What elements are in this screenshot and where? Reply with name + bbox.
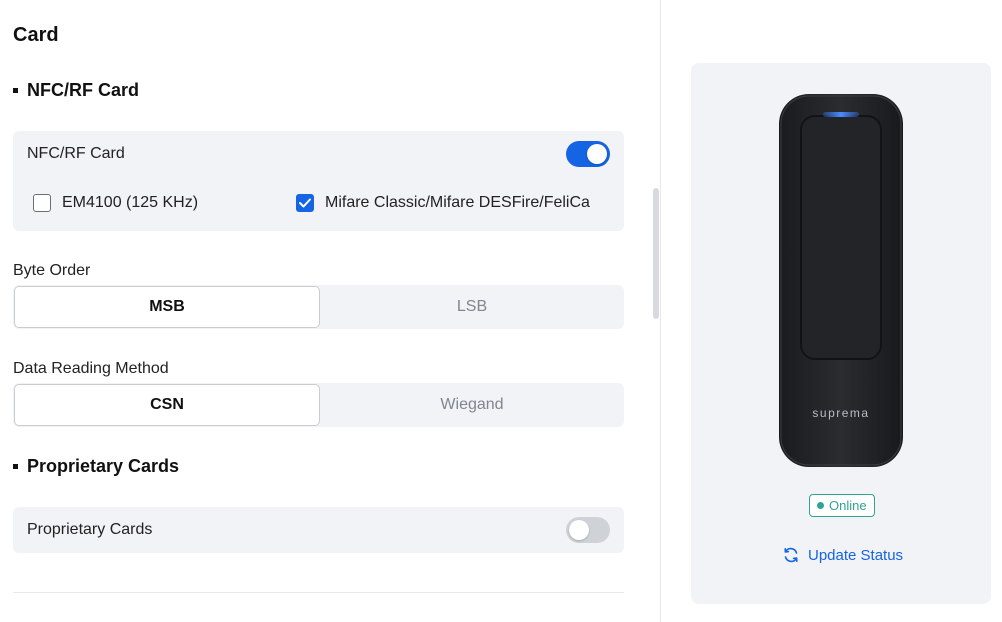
proprietary-cards-panel: Proprietary Cards bbox=[13, 507, 624, 553]
section-divider bbox=[13, 592, 624, 593]
toggle-knob bbox=[587, 144, 607, 164]
page-title: Card bbox=[13, 24, 59, 46]
section-heading-nfc-label: NFC/RF Card bbox=[27, 80, 139, 100]
toggle-knob bbox=[569, 520, 589, 540]
heading-bullet bbox=[13, 88, 18, 93]
em4100-option[interactable]: EM4100 (125 KHz) bbox=[33, 194, 198, 212]
status-badge: Online bbox=[809, 494, 875, 517]
nfc-card-toggle[interactable] bbox=[566, 141, 610, 167]
data-reading-csn[interactable]: CSN bbox=[14, 384, 320, 426]
update-status-label: Update Status bbox=[808, 546, 904, 564]
mifare-checkbox[interactable] bbox=[296, 194, 314, 212]
em4100-checkbox[interactable] bbox=[33, 194, 51, 212]
proprietary-cards-toggle[interactable] bbox=[566, 517, 610, 543]
settings-pane: Card NFC/RF Card NFC/RF Card EM4100 (125… bbox=[0, 0, 660, 622]
mifare-label: Mifare Classic/Mifare DESFire/FeliCa bbox=[325, 194, 590, 211]
byte-order-selector: MSB LSB bbox=[13, 285, 624, 329]
proprietary-cards-toggle-label: Proprietary Cards bbox=[27, 521, 153, 538]
refresh-icon bbox=[784, 547, 798, 563]
em4100-label: EM4100 (125 KHz) bbox=[62, 194, 199, 211]
data-reading-selector: CSN Wiegand bbox=[13, 383, 624, 427]
section-heading-proprietary: Proprietary Cards bbox=[13, 456, 179, 477]
byte-order-lsb[interactable]: LSB bbox=[320, 285, 624, 329]
data-reading-wiegand[interactable]: Wiegand bbox=[320, 383, 624, 427]
status-dot-icon bbox=[817, 502, 824, 509]
byte-order-msb[interactable]: MSB bbox=[14, 286, 320, 328]
mifare-option[interactable]: Mifare Classic/Mifare DESFire/FeliCa bbox=[296, 194, 590, 212]
update-status-button[interactable]: Update Status bbox=[782, 546, 903, 564]
checkmark-icon bbox=[299, 198, 311, 208]
device-preview-card: suprema Online Update Status bbox=[691, 63, 991, 604]
nfc-card-panel: NFC/RF Card EM4100 (125 KHz) Mifare Clas… bbox=[13, 131, 624, 231]
byte-order-label: Byte Order bbox=[13, 262, 91, 279]
pane-divider bbox=[660, 0, 661, 622]
section-heading-nfc: NFC/RF Card bbox=[13, 80, 139, 101]
status-badge-label: Online bbox=[829, 498, 867, 513]
data-reading-label: Data Reading Method bbox=[13, 360, 169, 377]
nfc-card-toggle-label: NFC/RF Card bbox=[27, 145, 125, 162]
device-brand-label: suprema bbox=[812, 406, 870, 420]
heading-bullet bbox=[13, 464, 18, 469]
section-heading-proprietary-label: Proprietary Cards bbox=[27, 456, 180, 476]
scrollbar-thumb[interactable] bbox=[653, 188, 659, 319]
